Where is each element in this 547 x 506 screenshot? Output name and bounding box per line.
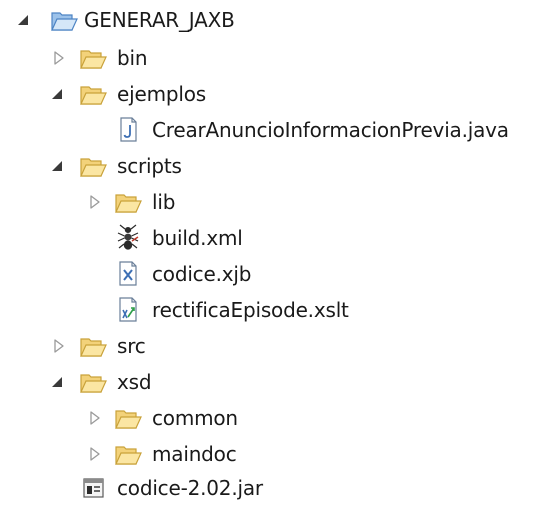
tree-item-rectifica-episode-xslt[interactable]: rectificaEpisode.xslt (0, 292, 547, 328)
tree-item-maindoc[interactable]: maindoc (0, 436, 547, 472)
tree-item-bin[interactable]: bin (0, 40, 547, 76)
tree-item-src[interactable]: src (0, 328, 547, 364)
tree-item-ejemplos[interactable]: ejemplos (0, 76, 547, 112)
tree-item-label: GENERAR_JAXB (84, 8, 235, 32)
tree-item-label: bin (117, 46, 148, 70)
tree-item-label: lib (152, 190, 176, 214)
tree-item-generar-jaxb[interactable]: GENERAR_JAXB (0, 2, 547, 38)
folder-icon (79, 150, 107, 180)
collapsed-arrow-icon[interactable] (84, 442, 106, 466)
tree-item-label: maindoc (152, 442, 237, 466)
tree-item-common[interactable]: common (0, 400, 547, 436)
tree-item-label: xsd (117, 370, 152, 394)
project-folder-icon (50, 4, 78, 34)
expanded-arrow-icon[interactable] (48, 370, 70, 394)
folder-icon (79, 330, 107, 360)
tree-item-label: CrearAnuncioInformacionPrevia.java (152, 118, 509, 142)
tree-item-label: src (117, 334, 146, 358)
tree-item-label: codice.xjb (152, 262, 252, 286)
collapsed-arrow-icon[interactable] (48, 334, 70, 358)
tree-item-label: build.xml (152, 226, 243, 250)
project-explorer-tree: GENERAR_JAXB bin ejemplos CrearAnuncioIn… (0, 0, 547, 506)
collapsed-arrow-icon[interactable] (84, 406, 106, 430)
tree-item-lib[interactable]: lib (0, 184, 547, 220)
tree-item-java-file[interactable]: CrearAnuncioInformacionPrevia.java (0, 112, 547, 148)
tree-item-label: rectificaEpisode.xslt (152, 298, 349, 322)
expanded-arrow-icon[interactable] (48, 82, 70, 106)
tree-item-codice-xjb[interactable]: codice.xjb (0, 256, 547, 292)
xslt-file-icon (119, 297, 137, 322)
ant-icon (117, 224, 139, 250)
folder-icon (79, 78, 107, 108)
folder-icon (79, 42, 107, 72)
folder-icon (114, 438, 142, 468)
collapsed-arrow-icon[interactable] (84, 190, 106, 214)
folder-icon (79, 366, 107, 396)
tree-item-label: ejemplos (117, 82, 206, 106)
expanded-arrow-icon[interactable] (14, 8, 36, 32)
folder-icon (114, 402, 142, 432)
tree-item-label: codice-2.02.jar (117, 476, 263, 500)
tree-item-label: scripts (117, 154, 182, 178)
jar-file-icon (83, 478, 104, 498)
expanded-arrow-icon[interactable] (48, 154, 70, 178)
tree-item-codice-jar[interactable]: codice-2.02.jar (0, 470, 547, 506)
collapsed-arrow-icon[interactable] (48, 46, 70, 70)
folder-icon (114, 186, 142, 216)
tree-item-xsd[interactable]: xsd (0, 364, 547, 400)
xml-file-icon (119, 261, 137, 286)
tree-item-label: common (152, 406, 238, 430)
java-file-icon (120, 117, 137, 142)
tree-item-build-xml[interactable]: build.xml (0, 220, 547, 256)
tree-item-scripts[interactable]: scripts (0, 148, 547, 184)
